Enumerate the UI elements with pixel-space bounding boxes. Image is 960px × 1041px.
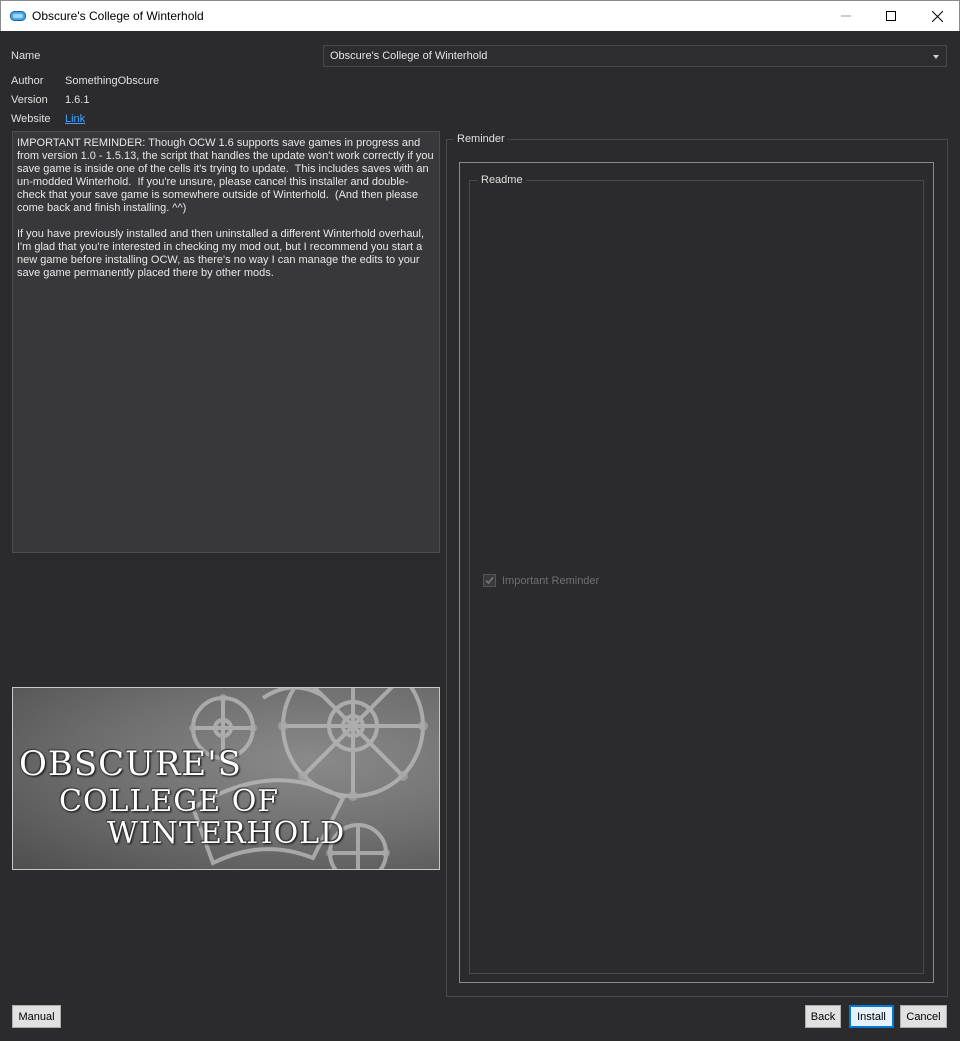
name-label: Name: [11, 50, 41, 62]
app-icon: [10, 10, 26, 22]
banner-line-2: COLLEGE OF: [59, 784, 280, 819]
step-title: Reminder: [454, 133, 508, 145]
banner-image: OBSCURE'S COLLEGE OF WINTERHOLD: [12, 687, 440, 870]
minimize-icon: [841, 15, 851, 17]
website-link[interactable]: Link: [65, 113, 85, 125]
banner-line-1: OBSCURE'S: [19, 744, 242, 784]
important-reminder-option[interactable]: Important Reminder: [483, 574, 599, 587]
name-select[interactable]: Obscure's College of Winterhold: [323, 45, 947, 67]
chevron-down-icon: [933, 55, 939, 59]
important-reminder-label: Important Reminder: [502, 574, 600, 587]
checkmark-icon: [485, 577, 494, 585]
version-value: 1.6.1: [65, 94, 90, 106]
important-reminder-checkbox[interactable]: [483, 574, 496, 587]
name-select-value: Obscure's College of Winterhold: [330, 50, 488, 62]
readme-title: Readme: [478, 174, 526, 186]
title-bar: Obscure's College of Winterhold: [0, 0, 960, 31]
version-label: Version: [11, 94, 48, 106]
install-button[interactable]: Install: [849, 1005, 894, 1028]
window-title: Obscure's College of Winterhold: [32, 9, 204, 23]
maximize-button[interactable]: [868, 1, 914, 31]
cancel-button[interactable]: Cancel: [900, 1005, 947, 1028]
website-label: Website: [11, 113, 51, 125]
description-text[interactable]: IMPORTANT REMINDER: Though OCW 1.6 suppo…: [12, 131, 440, 553]
author-value: SomethingObscure: [65, 75, 160, 87]
banner-line-3: WINTERHOLD: [107, 816, 346, 851]
back-button[interactable]: Back: [805, 1005, 841, 1028]
author-label: Author: [11, 75, 44, 87]
close-button[interactable]: [914, 1, 960, 31]
minimize-button[interactable]: [823, 1, 869, 31]
close-icon: [931, 10, 943, 22]
maximize-icon: [886, 11, 896, 21]
manual-button[interactable]: Manual: [12, 1005, 61, 1028]
